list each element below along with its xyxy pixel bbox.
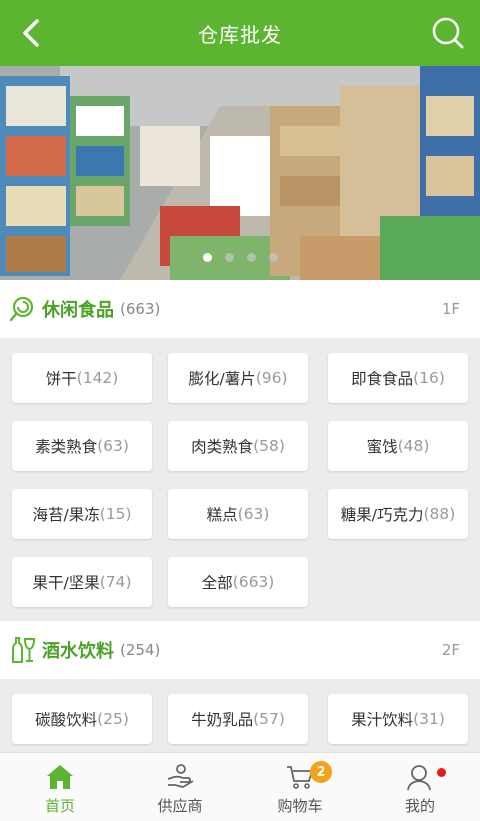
section-title: 酒水饮料: [42, 641, 114, 662]
bottom-tab-bar: 首页 供应商 2 购物车 我的: [0, 752, 480, 821]
category-count: (16): [413, 369, 445, 387]
category-count: (96): [255, 369, 288, 387]
chevron-left-icon[interactable]: [14, 14, 50, 52]
floor-label: 2F: [441, 641, 460, 659]
cart-count-badge: 2: [310, 761, 332, 783]
supplier-icon: [167, 764, 194, 788]
tab-home[interactable]: 首页: [0, 753, 120, 821]
category-button[interactable]: 蜜饯 (48): [328, 421, 468, 471]
section-title: 休闲食品: [42, 300, 114, 321]
carousel-dots: [0, 253, 480, 262]
tab-label: 供应商: [157, 797, 203, 815]
category-button[interactable]: 碳酸饮料 (25): [12, 694, 152, 744]
category-count: (63): [97, 437, 129, 455]
category-label: 糕点: [206, 506, 238, 524]
banner-image: [0, 66, 480, 280]
page-title: 仓库批发: [198, 22, 282, 47]
category-count: (57): [253, 710, 285, 728]
category-button[interactable]: 海苔/果冻 (15): [12, 489, 152, 539]
category-label: 即食食品: [351, 370, 414, 388]
category-count: (663): [232, 573, 275, 591]
category-label: 素类熟食: [35, 438, 98, 456]
banner-carousel[interactable]: [0, 66, 480, 280]
category-label: 蜜饯: [366, 438, 398, 456]
carousel-dot[interactable]: [246, 253, 256, 262]
category-count: (31): [413, 710, 445, 728]
category-button[interactable]: 即食食品 (16): [328, 353, 468, 403]
category-button[interactable]: 果干/坚果 (74): [12, 557, 152, 607]
category-button[interactable]: 果汁饮料 (31): [328, 694, 468, 744]
category-label: 全部: [201, 574, 233, 592]
category-label: 碳酸饮料: [35, 711, 98, 729]
category-count: (142): [76, 369, 119, 387]
category-label: 糖果/巧克力: [340, 506, 424, 524]
category-label: 果干/坚果: [32, 574, 100, 592]
category-count: (25): [97, 710, 129, 728]
category-button[interactable]: 牛奶乳品 (57): [168, 694, 308, 744]
floor-label: 1F: [441, 300, 460, 318]
category-button[interactable]: 肉类熟食 (58): [168, 421, 308, 471]
category-label: 牛奶乳品: [191, 711, 254, 729]
category-count: (74): [99, 573, 132, 591]
category-count: (58): [253, 437, 285, 455]
home-icon: [47, 765, 73, 789]
category-count: (63): [237, 505, 270, 523]
app-header: 仓库批发: [0, 0, 480, 66]
category-button[interactable]: 糖果/巧克力 (88): [328, 489, 468, 539]
category-label: 饼干: [45, 370, 77, 388]
category-count: (48): [397, 437, 430, 455]
user-icon: [407, 765, 431, 791]
notification-dot: [437, 768, 446, 777]
category-button[interactable]: 糕点 (63): [168, 489, 308, 539]
category-count: (88): [423, 505, 456, 523]
search-icon[interactable]: [430, 14, 466, 52]
category-label: 果汁饮料: [351, 711, 414, 729]
section-count: (254): [120, 641, 161, 659]
snack-icon: [9, 296, 34, 322]
tab-label: 购物车: [277, 797, 323, 815]
carousel-dot[interactable]: [268, 253, 278, 262]
category-label: 海苔/果冻: [32, 506, 100, 524]
tab-cart[interactable]: 2 购物车: [240, 753, 360, 821]
category-all-button[interactable]: 全部 (663): [168, 557, 308, 607]
tab-label: 首页: [44, 797, 75, 815]
category-button[interactable]: 饼干 (142): [12, 353, 152, 403]
drinks-icon: [12, 637, 36, 663]
tab-supplier[interactable]: 供应商: [120, 753, 240, 821]
carousel-dot[interactable]: [202, 253, 212, 262]
category-button[interactable]: 素类熟食 (63): [12, 421, 152, 471]
tab-profile[interactable]: 我的: [360, 753, 480, 821]
category-button[interactable]: 膨化/薯片 (96): [168, 353, 308, 403]
section-count: (663): [120, 300, 161, 318]
category-label: 膨化/薯片: [188, 370, 256, 388]
section-header-drinks[interactable]: 酒水饮料 (254) 2F: [0, 621, 480, 679]
category-count: (15): [99, 505, 132, 523]
tab-label: 我的: [404, 797, 435, 815]
category-label: 肉类熟食: [191, 438, 254, 456]
carousel-dot[interactable]: [224, 253, 234, 262]
section-header-snacks[interactable]: 休闲食品 (663) 1F: [0, 280, 480, 338]
